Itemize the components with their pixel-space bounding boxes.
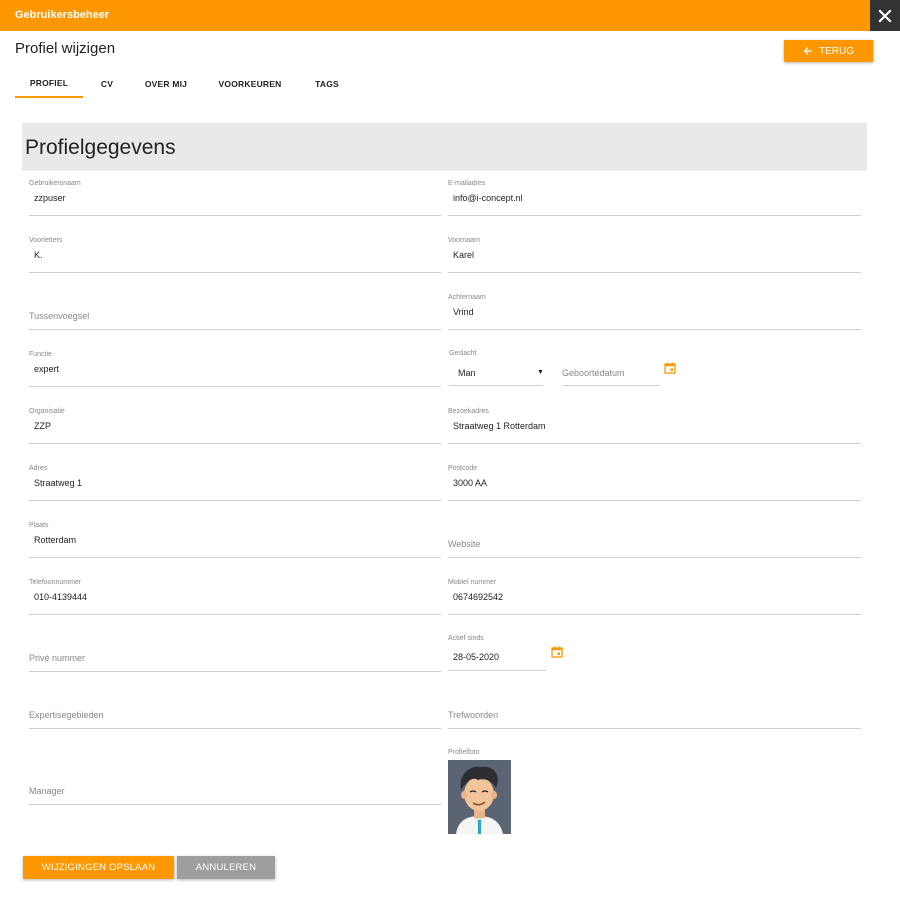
city-value: Rotterdam — [34, 535, 77, 545]
gender-value: Man — [458, 368, 476, 378]
calendar-icon[interactable] — [664, 362, 676, 374]
mobile-value: 0674692542 — [453, 592, 504, 602]
postcode-value: 3000 AA — [453, 478, 488, 488]
expertise-placeholder: Expertisegebieden — [29, 710, 104, 720]
address-value: Straatweg 1 — [34, 478, 83, 488]
manager-placeholder: Manager — [29, 786, 65, 796]
section-header: Profielgegevens — [22, 123, 867, 171]
expertise-field[interactable]: Expertisegebieden — [29, 693, 441, 729]
lastname-value: Vrind — [453, 307, 474, 317]
website-placeholder: Website — [448, 539, 481, 549]
profile-photo[interactable] — [448, 760, 511, 834]
visit-address-label: Bezoekadres — [448, 408, 489, 415]
postcode-label: Postcode — [448, 465, 478, 472]
phone-label: Telefoonnummer — [29, 579, 82, 586]
avatar-illustration — [448, 760, 511, 834]
email-value: info@i-concept.nl — [453, 193, 523, 203]
firstname-label: Voornaam — [448, 237, 480, 244]
address-label: Adres — [29, 465, 48, 472]
active-since-value: 28-05-2020 — [453, 652, 500, 662]
username-label: Gebruikersnaam — [29, 180, 81, 187]
infix-field[interactable]: Tussenvoegsel — [29, 294, 441, 330]
section-title: Profielgegevens — [25, 136, 176, 159]
organisation-label: Organisatie — [29, 408, 65, 415]
profile-photo-label: Profielfoto — [448, 749, 480, 756]
function-label: Functie — [29, 351, 52, 358]
city-field[interactable]: Plaats Rotterdam — [29, 522, 441, 558]
initials-field[interactable]: Voorletters K. — [29, 237, 441, 273]
back-button[interactable]: TERUG — [784, 40, 873, 62]
email-label: E-mailadres — [448, 180, 486, 187]
cancel-button[interactable]: ANNULEREN — [177, 856, 275, 879]
manager-field[interactable]: Manager — [29, 769, 441, 805]
tab-tags[interactable]: TAGS — [310, 70, 344, 98]
email-field[interactable]: E-mailadres info@i-concept.nl — [448, 180, 861, 216]
app-title: Gebruikersbeheer — [15, 9, 110, 21]
tab-profiel[interactable]: PROFIEL — [15, 70, 83, 98]
visit-address-field[interactable]: Bezoekadres Straatweg 1 Rotterdam — [448, 408, 861, 444]
website-field[interactable]: Website — [448, 522, 861, 558]
username-value: zzpuser — [34, 193, 66, 203]
mobile-label: Mobiel nummer — [448, 579, 497, 586]
gender-label: Geslacht — [449, 350, 477, 357]
birthdate-placeholder: Geboortedatum — [562, 368, 625, 378]
phone-field[interactable]: Telefoonnummer 010-4139444 — [29, 579, 441, 615]
function-field[interactable]: Functie expert — [29, 351, 441, 387]
organisation-value: ZZP — [34, 421, 51, 431]
initials-label: Voorletters — [29, 237, 63, 244]
firstname-field[interactable]: Voornaam Karel — [448, 237, 861, 273]
phone-value: 010-4139444 — [34, 592, 88, 602]
arrow-left-icon — [803, 47, 812, 55]
birthdate-field[interactable]: Geboortedatum — [562, 350, 660, 386]
page-title: Profiel wijzigen — [15, 40, 116, 57]
address-field[interactable]: Adres Straatweg 1 — [29, 465, 441, 501]
lastname-field[interactable]: Achternaam Vrind — [448, 294, 861, 330]
private-number-field[interactable]: Privé nummer — [29, 636, 441, 672]
calendar-icon[interactable] — [551, 646, 563, 658]
mobile-field[interactable]: Mobiel nummer 0674692542 — [448, 579, 861, 615]
infix-placeholder: Tussenvoegsel — [29, 311, 90, 321]
postcode-field[interactable]: Postcode 3000 AA — [448, 465, 861, 501]
organisation-field[interactable]: Organisatie ZZP — [29, 408, 441, 444]
tab-voorkeuren[interactable]: VOORKEUREN — [214, 70, 286, 98]
keywords-field[interactable]: Trefwoorden — [448, 693, 861, 729]
firstname-value: Karel — [453, 250, 475, 260]
back-button-label: TERUG — [819, 45, 854, 57]
keywords-placeholder: Trefwoorden — [448, 710, 499, 720]
function-value: expert — [34, 364, 60, 374]
close-button[interactable] — [870, 0, 900, 31]
username-field[interactable]: Gebruikersnaam zzpuser — [29, 180, 441, 216]
tab-over-mij[interactable]: OVER MIJ — [139, 70, 193, 98]
app-header: Gebruikersbeheer — [0, 0, 870, 31]
gender-select[interactable]: Geslacht Man ▼ — [449, 350, 544, 386]
active-since-field[interactable]: Actief sinds 28-05-2020 — [448, 635, 546, 671]
tab-cv[interactable]: CV — [93, 70, 121, 98]
city-label: Plaats — [29, 522, 49, 529]
active-since-label: Actief sinds — [448, 635, 484, 642]
visit-address-value: Straatweg 1 Rotterdam — [453, 421, 546, 431]
private-number-placeholder: Privé nummer — [29, 653, 86, 663]
dropdown-arrow-icon: ▼ — [537, 369, 544, 376]
lastname-label: Achternaam — [448, 294, 486, 301]
close-icon — [878, 8, 892, 23]
initials-value: K. — [34, 250, 43, 260]
save-changes-button[interactable]: WIJZIGINGEN OPSLAAN — [23, 856, 174, 879]
